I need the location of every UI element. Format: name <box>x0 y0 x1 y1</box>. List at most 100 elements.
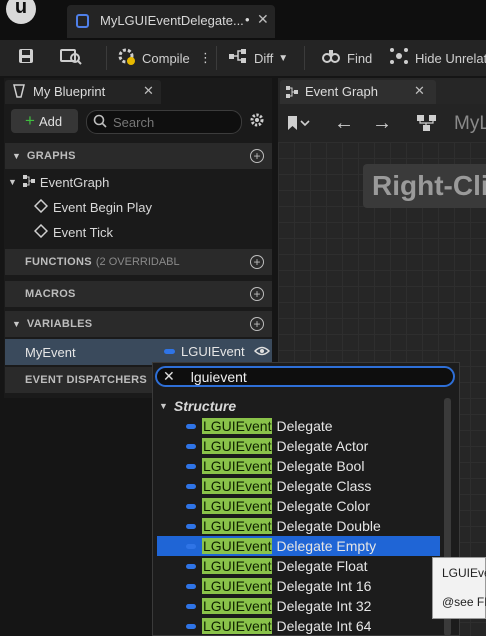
graph-breadcrumb[interactable]: MyL <box>454 113 486 135</box>
tree-item-event-graph[interactable]: ▼ EventGraph <box>8 170 268 194</box>
folder-search-icon <box>60 47 82 69</box>
document-tab-label: MyLGUIEventDelegate... <box>100 13 244 28</box>
type-option-label: Delegate Empty <box>276 538 377 554</box>
type-option-label: Delegate Int 32 <box>276 598 372 614</box>
graphs-section-header[interactable]: ▼ GRAPHS + <box>5 143 272 169</box>
clear-search-icon[interactable]: ✕ <box>163 368 175 385</box>
hide-unrelated-label: Hide Unrelate <box>415 50 486 66</box>
add-button[interactable]: + Add <box>11 109 78 133</box>
tree-item-event-begin-play[interactable]: Event Begin Play <box>33 195 264 219</box>
type-option[interactable]: LGUIEvent Delegate Actor <box>157 436 440 456</box>
type-option-label: Delegate Int 16 <box>276 578 372 594</box>
search-match-highlight: LGUIEvent <box>202 578 273 594</box>
type-option-label: Delegate Actor <box>276 438 369 454</box>
toolbar-divider <box>106 46 107 70</box>
event-graph-tab-label: Event Graph <box>305 84 378 99</box>
eye-icon[interactable] <box>253 344 271 361</box>
back-arrow-icon[interactable]: ← <box>334 112 354 135</box>
type-option-label: Delegate Bool <box>276 458 365 474</box>
blueprint-class-icon <box>76 14 89 28</box>
type-option-label: Delegate Double <box>276 518 381 534</box>
binoculars-icon <box>321 47 341 69</box>
graph-hierarchy-icon[interactable] <box>416 114 438 135</box>
search-match-highlight: LGUIEvent <box>202 558 273 574</box>
search-icon <box>93 114 107 131</box>
type-search-input[interactable]: ✕ lguievent <box>155 366 455 387</box>
add-variable-icon[interactable]: + <box>250 317 264 331</box>
save-button[interactable] <box>17 40 41 76</box>
tree-item-event-tick[interactable]: Event Tick <box>33 220 264 244</box>
event-dispatchers-section-title: EVENT DISPATCHERS <box>25 374 148 386</box>
graph-icon <box>285 85 299 102</box>
delegate-type-pill-icon <box>186 563 196 569</box>
search-match-highlight: LGUIEvent <box>202 478 273 494</box>
delegate-type-pill-icon <box>186 583 196 589</box>
type-option[interactable]: LGUIEvent Delegate Int 32 <box>157 596 440 616</box>
hide-unrelated-button[interactable]: Hide Unrelate <box>389 40 486 76</box>
close-icon[interactable]: ✕ <box>257 11 269 28</box>
type-option[interactable]: LGUIEvent Delegate Double <box>157 516 440 536</box>
delegate-type-pill-icon <box>186 443 196 449</box>
forward-arrow-icon[interactable]: → <box>372 112 392 135</box>
type-option[interactable]: LGUIEvent Delegate Color <box>157 496 440 516</box>
close-icon[interactable]: ✕ <box>414 83 425 99</box>
nodes-icon <box>389 47 409 69</box>
type-option-label: Delegate Float <box>276 558 368 574</box>
macros-section-header[interactable]: MACROS + <box>5 281 272 307</box>
variable-type: LGUIEvent <box>181 344 245 359</box>
graphs-section-title: GRAPHS <box>26 150 76 162</box>
add-function-icon[interactable]: + <box>250 255 264 269</box>
close-icon[interactable]: ✕ <box>143 83 154 99</box>
variables-section-title: VARIABLES <box>26 318 93 330</box>
event-node-icon <box>33 223 49 241</box>
delegate-type-pill-icon <box>186 543 196 549</box>
delegate-type-pill-icon <box>186 483 196 489</box>
document-tab[interactable]: MyLGUIEventDelegate... • ✕ <box>67 5 275 38</box>
search-field[interactable]: Search <box>86 110 242 134</box>
type-option-label: Delegate <box>276 418 333 434</box>
tooltip-line-1: LGUIEve <box>442 566 486 580</box>
type-option[interactable]: LGUIEvent Delegate Empty <box>157 536 440 556</box>
unsaved-indicator: • <box>245 12 250 27</box>
delegate-type-pill-icon <box>186 423 196 429</box>
type-option[interactable]: LGUIEvent Delegate Int 64 <box>157 616 440 636</box>
plus-icon: + <box>25 111 35 130</box>
add-label: Add <box>38 113 63 129</box>
browse-button[interactable] <box>60 40 88 76</box>
type-option[interactable]: LGUIEvent Delegate Bool <box>157 456 440 476</box>
compile-button[interactable]: Compile <box>116 40 190 76</box>
type-option[interactable]: LGUIEvent Delegate Class <box>157 476 440 496</box>
type-option[interactable]: LGUIEvent Delegate Float <box>157 556 440 576</box>
functions-section-header[interactable]: FUNCTIONS (2 OVERRIDABL + <box>5 249 272 275</box>
graph-icon <box>22 174 36 191</box>
search-match-highlight: LGUIEvent <box>202 418 273 434</box>
type-option-label: Delegate Class <box>276 478 372 494</box>
compile-options-icon[interactable]: ⋮ <box>199 40 212 76</box>
search-match-highlight: LGUIEvent <box>202 438 273 454</box>
diff-button[interactable]: Diff ▼ <box>228 40 288 76</box>
my-blueprint-tab[interactable]: My Blueprint ✕ <box>5 80 161 104</box>
compile-label: Compile <box>142 50 190 66</box>
category-structure[interactable]: ▼ Structure <box>157 396 236 416</box>
add-graph-icon[interactable]: + <box>250 149 264 163</box>
collapse-arrow-icon: ▼ <box>8 177 17 187</box>
search-match-highlight: LGUIEvent <box>202 518 273 534</box>
gear-icon[interactable] <box>249 112 265 131</box>
delegate-type-pill-icon <box>186 603 196 609</box>
variable-name: MyEvent <box>25 344 76 360</box>
bookmark-icon[interactable] <box>286 115 310 134</box>
add-macro-icon[interactable]: + <box>250 287 264 301</box>
diff-label: Diff <box>254 50 274 66</box>
type-option[interactable]: LGUIEvent Delegate <box>157 416 440 436</box>
event-graph-tab[interactable]: Event Graph ✕ <box>280 80 436 104</box>
functions-overridable-note: (2 OVERRIDABL <box>95 256 180 268</box>
category-title: Structure <box>173 398 237 414</box>
delegate-type-pill-icon <box>164 349 175 354</box>
event-graph-label: EventGraph <box>39 174 110 190</box>
type-option[interactable]: LGUIEvent Delegate Int 16 <box>157 576 440 596</box>
compile-icon <box>116 46 136 70</box>
save-icon <box>17 47 35 69</box>
delegate-type-pill-icon <box>186 463 196 469</box>
variables-section-header[interactable]: ▼ VARIABLES + <box>5 311 272 337</box>
find-button[interactable]: Find <box>321 40 372 76</box>
